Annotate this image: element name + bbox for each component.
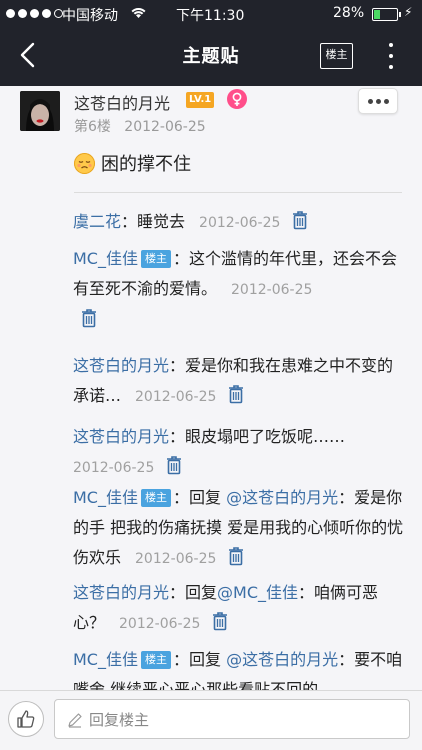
owner-badge: 楼主 xyxy=(140,250,171,268)
battery-icon xyxy=(372,8,401,21)
reply-username[interactable]: MC_佳佳 xyxy=(73,650,138,669)
owner-badge: 楼主 xyxy=(140,651,171,669)
reply-username[interactable]: MC_佳佳 xyxy=(73,488,138,507)
reply-input[interactable] xyxy=(89,706,389,734)
reply-date: 2012-06-25 xyxy=(199,215,281,231)
list-item: 这苍白的月光：回复@MC_佳佳：咱俩可恶心？ 2012-06-25 xyxy=(73,578,408,639)
charging-bolt-icon: ⚡ xyxy=(404,5,413,19)
reply-input-box[interactable] xyxy=(54,699,410,739)
level-badge: LV.1 xyxy=(186,92,215,108)
reply-username[interactable]: 虞二花 xyxy=(73,212,121,231)
list-item: 这苍白的月光：眼皮塌吧了吃饭呢…… 2012-06-25 xyxy=(73,422,408,483)
post-content: 困的撑不住 xyxy=(101,154,191,175)
reply-text: ：睡觉去 xyxy=(121,212,186,231)
reply-username[interactable]: 这苍白的月光 xyxy=(73,583,169,602)
top-bar: 中国移动 下午11:30 28% ⚡ 主题贴 楼主 xyxy=(0,0,422,86)
thumbs-up-icon[interactable] xyxy=(8,701,44,737)
pencil-icon xyxy=(67,712,83,728)
reply-date: 2012-06-25 xyxy=(119,616,201,632)
trash-icon[interactable] xyxy=(228,384,244,404)
avatar[interactable] xyxy=(20,91,60,131)
battery-percent: 28% xyxy=(333,5,365,21)
reply-mention[interactable]: @MC_佳佳 xyxy=(217,583,298,602)
divider xyxy=(74,192,402,193)
reply-mention[interactable]: @这苍白的月光 xyxy=(226,650,338,669)
female-icon xyxy=(227,89,247,109)
trash-icon[interactable] xyxy=(81,308,97,328)
reply-date: 2012-06-25 xyxy=(231,282,313,298)
owner-badge: 楼主 xyxy=(140,489,171,507)
reply-prefix: ：回复 xyxy=(172,488,227,507)
trash-icon[interactable] xyxy=(212,611,228,631)
reply-text: ：眼皮塌吧了吃饭呢…… xyxy=(169,427,346,446)
wifi-icon xyxy=(130,5,147,23)
list-item: 虞二花：睡觉去 2012-06-25 xyxy=(73,207,408,238)
sleepy-emoji-icon xyxy=(74,153,95,174)
carrier-name: 中国移动 xyxy=(62,8,118,24)
more-vertical-icon[interactable] xyxy=(388,43,394,69)
trash-icon[interactable] xyxy=(166,455,182,475)
status-bar: 中国移动 下午11:30 28% ⚡ xyxy=(0,0,422,28)
trash-icon[interactable] xyxy=(228,546,244,566)
signal-strength-icon xyxy=(6,9,63,18)
reply-prefix: ：回复 xyxy=(172,650,227,669)
owner-only-button[interactable]: 楼主 xyxy=(320,43,353,69)
list-item: 这苍白的月光：爱是你和我在患难之中不变的承诺… 2012-06-25 xyxy=(73,351,408,412)
post-floor-info: 第6楼 2012-06-25 xyxy=(74,119,206,135)
list-item: MC_佳佳 楼主 ：回复 @这苍白的月光：爱是你的手 把我的伤痛抚摸 爱是用我的心倾… xyxy=(73,483,408,574)
reply-date: 2012-06-25 xyxy=(135,389,217,405)
bottom-bar xyxy=(0,690,422,750)
more-horizontal-icon[interactable] xyxy=(358,88,398,114)
reply-date: 2012-06-25 xyxy=(73,460,155,476)
reply-username[interactable]: 这苍白的月光 xyxy=(73,427,169,446)
page-title: 主题贴 xyxy=(182,46,240,67)
list-item: MC_佳佳 楼主 ：这个滥情的年代里，还会不会有至死不渝的爱情。 2012-06-25 xyxy=(73,244,408,335)
status-time: 下午11:30 xyxy=(176,8,245,24)
reply-mention[interactable]: @这苍白的月光 xyxy=(226,488,338,507)
reply-username[interactable]: 这苍白的月光 xyxy=(73,356,169,375)
reply-date: 2012-06-25 xyxy=(135,551,217,567)
reply-username[interactable]: MC_佳佳 xyxy=(73,249,138,268)
trash-icon[interactable] xyxy=(292,210,308,230)
reply-prefix: ：回复 xyxy=(169,583,218,602)
post-author-name[interactable]: 这苍白的月光 xyxy=(74,90,170,114)
